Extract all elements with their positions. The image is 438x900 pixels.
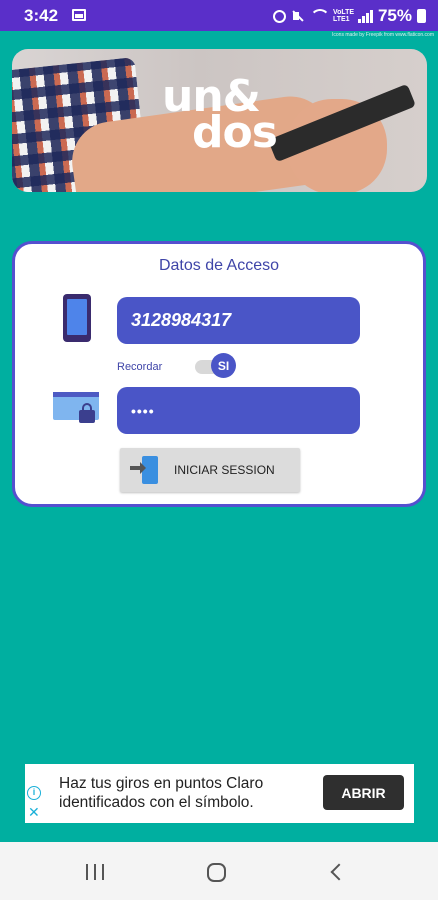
login-door-icon — [130, 455, 160, 485]
ad-banner[interactable]: i ✕ Haz tus giros en puntos Claro identi… — [25, 764, 414, 823]
wifi-icon — [309, 9, 330, 23]
brand-logo: un& dos — [162, 75, 278, 158]
icon-attribution: Icons made by Freepik from www.flaticon.… — [332, 32, 434, 38]
ad-text: Haz tus giros en puntos Claro identifica… — [59, 775, 264, 811]
logo-line-2: dos — [192, 107, 278, 158]
password-input[interactable]: •••• — [117, 387, 360, 434]
mute-icon — [291, 9, 305, 23]
login-card: Datos de Acceso 3128984317 Recordar SI •… — [12, 241, 426, 507]
ad-info-icon[interactable]: i — [27, 786, 41, 800]
toggle-knob: SI — [211, 353, 236, 378]
system-nav-bar — [0, 842, 438, 900]
back-icon[interactable] — [330, 863, 348, 881]
status-icons: VoLTE LTE1 75% — [272, 6, 426, 26]
home-icon[interactable] — [207, 863, 226, 882]
login-button-label: INICIAR SESSION — [174, 463, 275, 477]
login-title: Datos de Acceso — [158, 257, 280, 274]
alarm-icon — [272, 9, 286, 23]
recent-apps-icon[interactable] — [86, 864, 104, 880]
status-bar: 3:42 VoLTE LTE1 75% — [0, 0, 438, 31]
login-button[interactable]: INICIAR SESSION — [120, 448, 300, 492]
smartphone-icon — [63, 294, 91, 342]
remember-toggle[interactable]: SI — [195, 353, 236, 378]
battery-icon — [417, 9, 426, 23]
lte-label: LTE1 — [332, 16, 350, 23]
battery-percentage: 75% — [377, 6, 412, 25]
lte-indicator: VoLTE LTE1 — [332, 9, 355, 23]
status-time: 3:42 — [24, 6, 59, 25]
ad-close-icon[interactable]: ✕ — [28, 805, 40, 819]
ad-open-button[interactable]: ABRIR — [323, 775, 404, 810]
password-lock-icon — [53, 392, 101, 426]
volte-label: VoLTE — [332, 9, 355, 16]
hero-banner: un& dos — [12, 49, 427, 192]
phone-input[interactable]: 3128984317 — [117, 297, 360, 344]
signal-icon — [357, 9, 373, 23]
gallery-notification-icon — [72, 9, 86, 21]
remember-label: Recordar — [117, 361, 163, 373]
